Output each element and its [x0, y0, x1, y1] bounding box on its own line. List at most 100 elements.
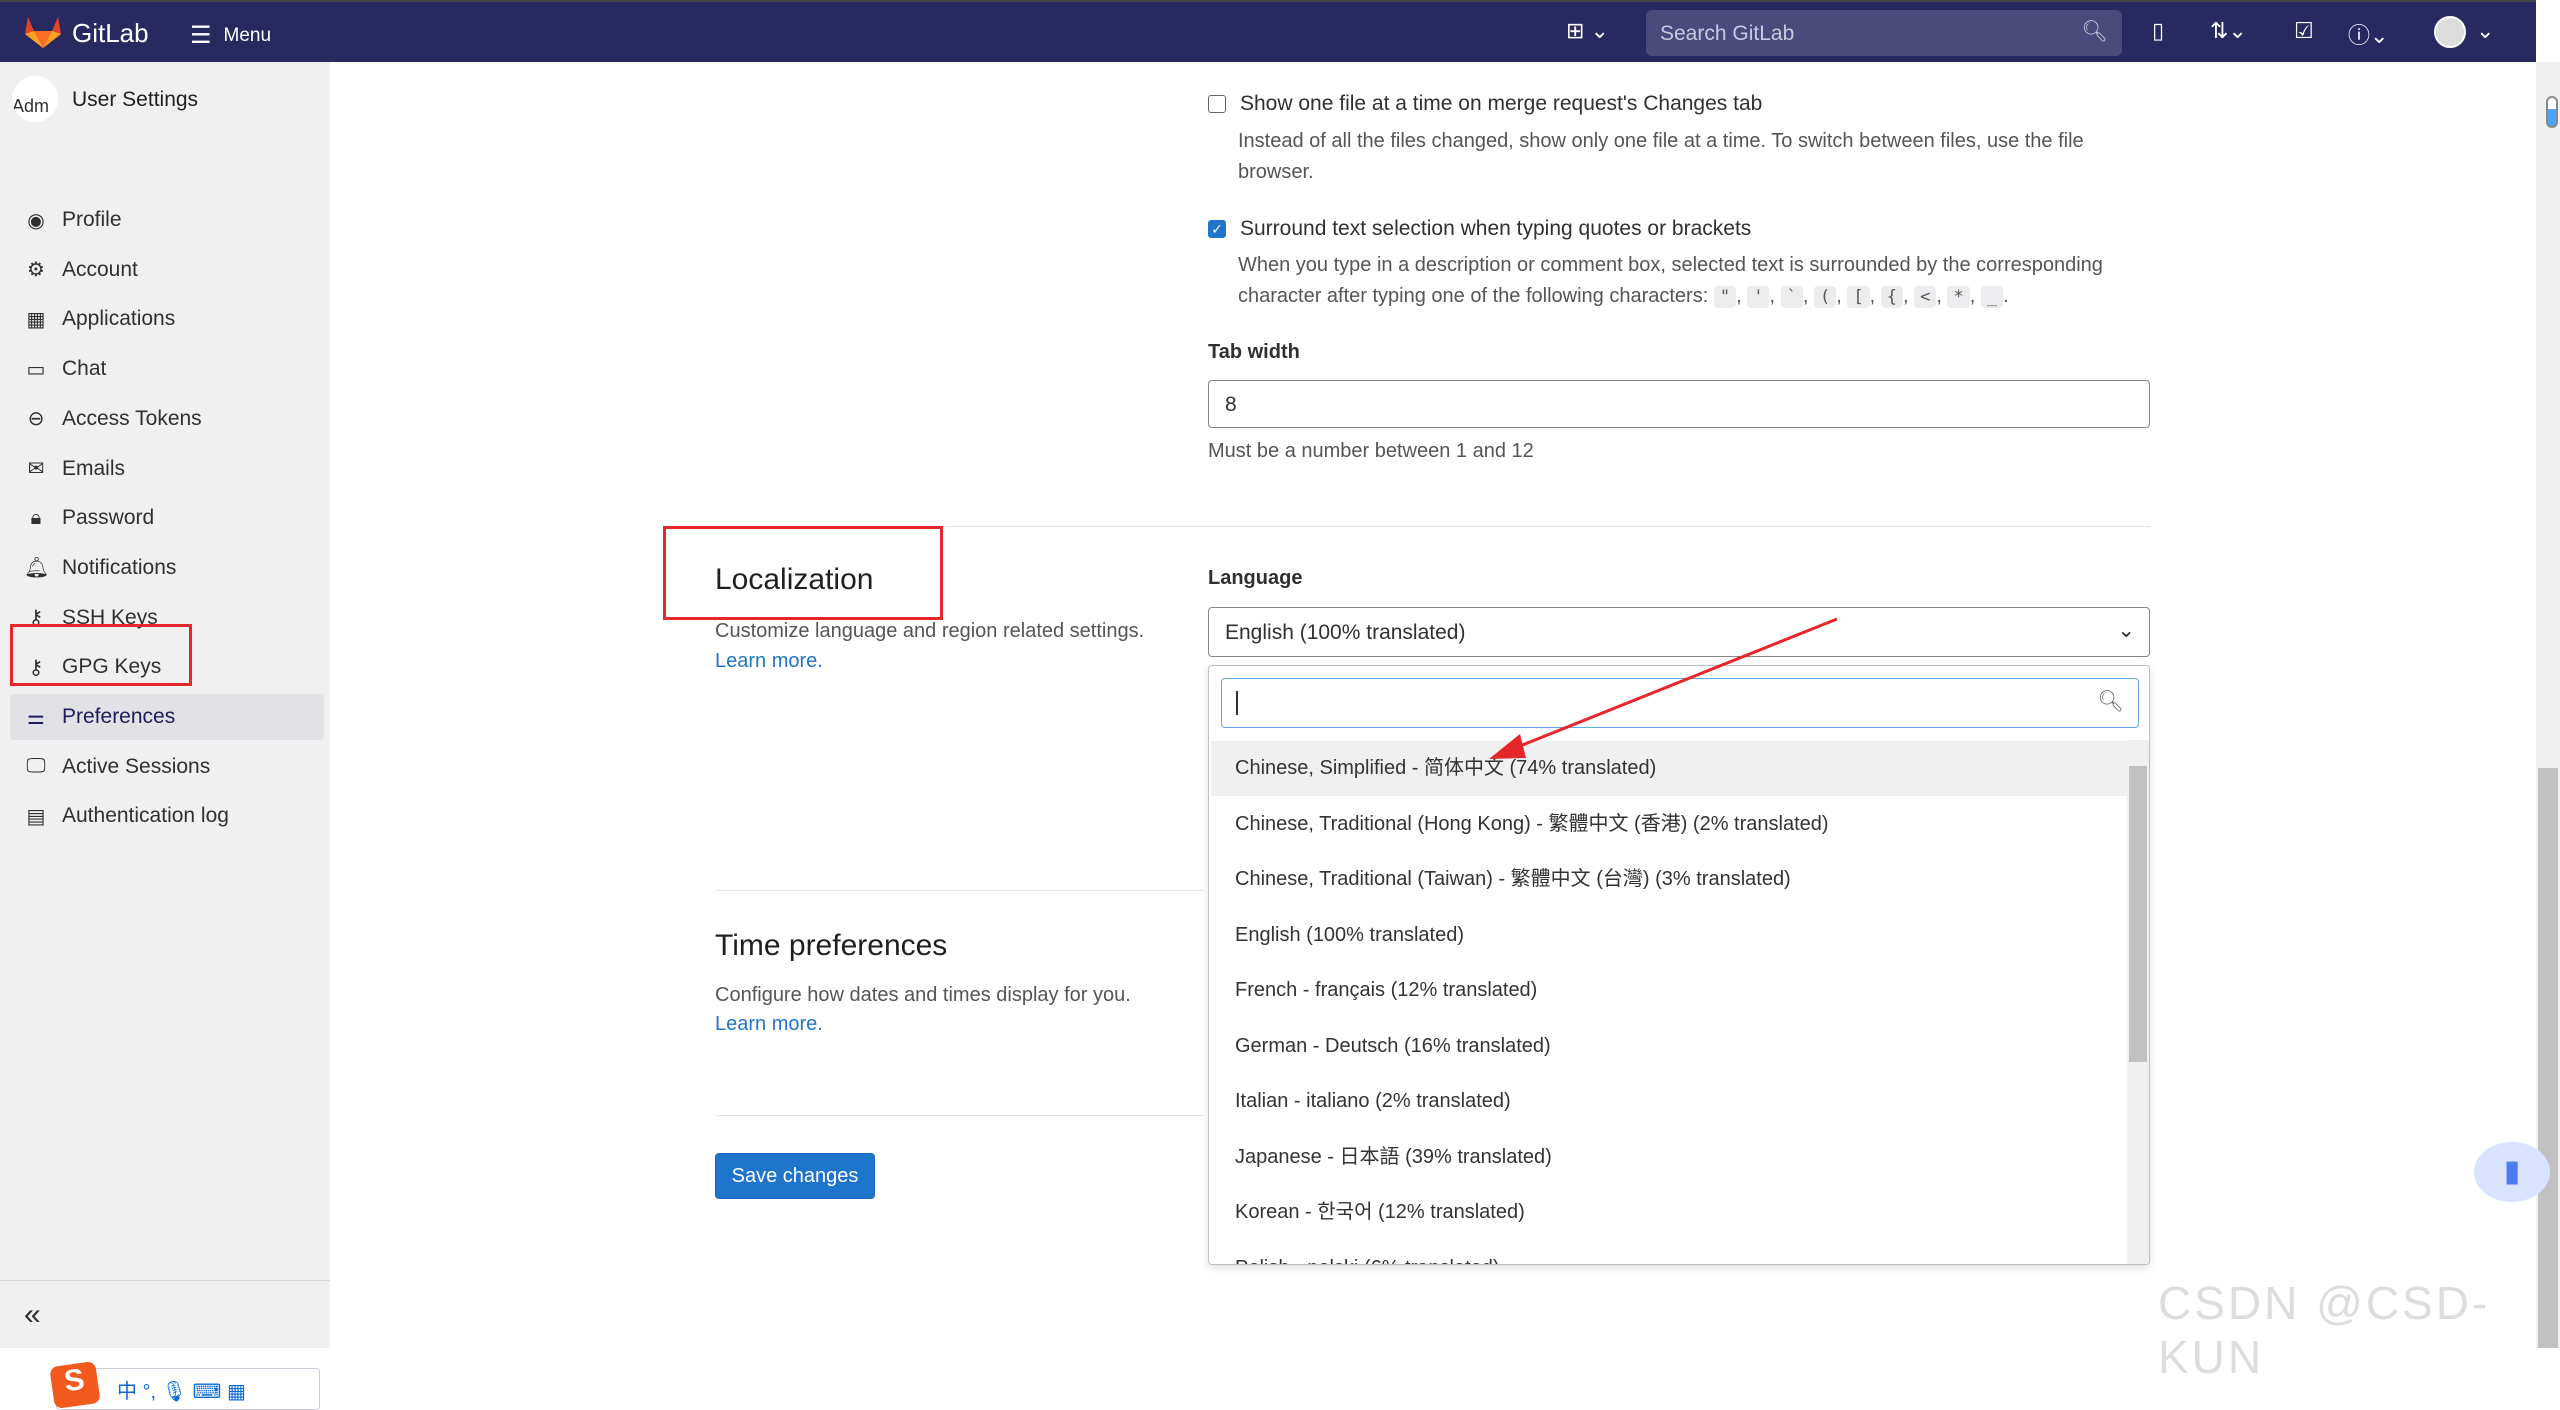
log-icon: ▤ [26, 805, 46, 828]
sogou-ime-icon[interactable]: S [49, 1361, 101, 1409]
tab-width-help: Must be a number between 1 and 12 [1208, 440, 1534, 462]
language-option[interactable]: Chinese, Traditional (Hong Kong) - 繁體中文 … [1211, 797, 2131, 852]
surround-char: < [1914, 286, 1937, 308]
sidebar-item-emails[interactable]: ✉ Emails [24, 446, 125, 492]
divider [0, 1280, 330, 1281]
time-learn-more-link[interactable]: Learn more. [715, 1013, 823, 1036]
sidebar-title: User Settings [72, 88, 199, 111]
language-select[interactable]: English (100% translated) ⌄ [1208, 607, 2150, 657]
language-option[interactable]: French - français (12% translated) [1211, 963, 2131, 1018]
sidebar-item-label: Authentication log [62, 804, 229, 828]
todos-icon[interactable]: ☑ [2294, 18, 2314, 44]
lock-icon: 🔒︎ [30, 506, 42, 529]
sidebar-item-active-sessions[interactable]: 🖵 Active Sessions [24, 744, 210, 790]
watermark: CSDN @CSD-KUN [2158, 1277, 2491, 1383]
sidebar-item-notifications[interactable]: 🔔︎ Notifications [24, 545, 176, 591]
search-icon: 🔍︎ [2097, 690, 2124, 713]
surround-char: _ [1980, 286, 2004, 308]
applications-icon: ▦ [26, 308, 46, 331]
hamburger-icon: ☰ [190, 22, 212, 49]
localization-desc: Customize language and region related se… [715, 620, 1145, 642]
search-input[interactable]: Search GitLab 🔍︎ [1646, 10, 2122, 56]
language-option[interactable]: German - Deutsch (16% translated) [1211, 1019, 2131, 1074]
surround-char: * [1947, 286, 1970, 308]
sidebar-item-label: Profile [62, 208, 122, 231]
sidebar-item-label: Active Sessions [62, 754, 211, 778]
token-icon: ⊖ [27, 408, 45, 431]
surround-desc: When you type in a description or commen… [1238, 254, 2103, 308]
single-file-checkbox[interactable] [1208, 95, 1226, 113]
language-search-input[interactable]: 🔍︎ [1221, 678, 2139, 728]
sidebar-item-preferences[interactable]: ⚌ Preferences [10, 694, 324, 740]
mail-icon: ✉ [27, 458, 45, 480]
chevron-down-icon[interactable]: ⌄ [2476, 18, 2494, 44]
surround-char: [ [1847, 286, 1870, 308]
sidebar-item-label: Account [62, 257, 138, 281]
tab-width-input[interactable]: 8 [1208, 380, 2150, 428]
language-option[interactable]: Korean - 한국어 (12% translated) [1211, 1185, 2131, 1240]
sidebar-item-applications[interactable]: ▦ Applications [24, 296, 176, 342]
time-preferences-heading: Time preferences [715, 929, 948, 962]
surround-label: Surround text selection when typing quot… [1240, 217, 1752, 240]
sidebar-item-label: Access Tokens [62, 406, 202, 430]
chevron-down-icon: ⌄ [2117, 619, 2135, 642]
language-dropdown: 🔍︎ Chinese, Simplified - 简体中文 (74% trans… [1208, 665, 2150, 1265]
language-option[interactable]: Chinese, Traditional (Taiwan) - 繁體中文 (台灣… [1211, 852, 2131, 907]
divider [715, 1115, 1205, 1116]
sidebar-item-label: Notifications [62, 555, 177, 579]
issues-icon[interactable]: ▯ [2152, 18, 2164, 44]
battery-widget-icon [2546, 96, 2558, 128]
search-icon: 🔍︎ [2081, 20, 2108, 43]
language-option[interactable]: Italian - italiano (2% translated) [1211, 1074, 2131, 1129]
usb-floating-icon[interactable]: ▮ [2474, 1142, 2550, 1202]
single-file-label: Show one file at a time on merge request… [1240, 92, 1763, 115]
surround-checkbox[interactable]: ✓ [1208, 220, 1226, 238]
sidebar-item-label: Emails [62, 456, 126, 480]
sidebar-item-chat[interactable]: ▭ Chat [24, 346, 107, 392]
localization-learn-more-link[interactable]: Learn more. [715, 650, 823, 673]
language-label: Language [1208, 567, 1303, 589]
sidebar-item-label: Applications [62, 307, 176, 331]
sidebar-item-password[interactable]: 🔒︎ Password [24, 495, 155, 541]
profile-icon: ◉ [27, 209, 45, 232]
bell-icon: 🔔︎ [24, 557, 50, 580]
annotation-box-preferences [10, 624, 192, 686]
time-preferences-desc: Configure how dates and times display fo… [715, 984, 1131, 1006]
dropdown-scrollbar[interactable] [2127, 740, 2149, 1264]
sidebar-item-label: Password [62, 506, 155, 530]
collapse-sidebar-icon[interactable]: « [24, 1298, 41, 1332]
menu-label: Menu [223, 24, 272, 46]
save-changes-button[interactable]: Save changes [715, 1153, 875, 1199]
sidebar-item-authentication-log[interactable]: ▤ Authentication log [24, 793, 229, 839]
surround-char: " [1713, 286, 1737, 308]
single-file-desc: Instead of all the files changed, show o… [1238, 130, 2084, 183]
brand-name[interactable]: GitLab [72, 18, 149, 49]
chat-icon: ▭ [26, 358, 46, 381]
language-option[interactable]: Polish - polski (6% translated) [1211, 1241, 2131, 1265]
sidebar-item-label: Preferences [62, 705, 176, 728]
sidebar: Adm User Settings ◉ Profile ⚙ Account ▦ Appli… [0, 62, 330, 1410]
merge-requests-icon[interactable]: ⇅⌄ [2210, 18, 2247, 44]
gitlab-logo[interactable] [24, 15, 62, 49]
sidebar-item-profile[interactable]: ◉ Profile [24, 197, 122, 243]
sidebar-item-account[interactable]: ⚙ Account [24, 247, 138, 293]
account-icon: ⚙ [27, 259, 45, 282]
user-avatar[interactable] [2434, 16, 2466, 48]
menu-button[interactable]: ☰ Menu [190, 21, 271, 50]
language-option[interactable]: English (100% translated) [1211, 908, 2131, 963]
surround-char: { [1880, 286, 1903, 308]
surround-char: ( [1813, 286, 1837, 308]
sidebar-item-access-tokens[interactable]: ⊖ Access Tokens [24, 396, 202, 442]
language-option[interactable]: Japanese - 日本語 (39% translated) [1211, 1130, 2131, 1185]
create-new-icon[interactable]: ⊞ ⌄ [1566, 18, 1609, 44]
monitor-icon: 🖵 [26, 755, 46, 778]
help-icon[interactable]: ⓘ⌄ [2348, 18, 2388, 50]
annotation-box-localization [663, 526, 943, 620]
avatar: Adm [12, 76, 58, 122]
tab-width-label: Tab width [1208, 341, 1300, 363]
sidebar-item-label: Chat [62, 357, 107, 381]
language-option[interactable]: Chinese, Simplified - 简体中文 (74% translat… [1211, 741, 2131, 796]
top-navbar: GitLab ☰ Menu ⊞ ⌄ Search GitLab 🔍︎ ▯ ⇅⌄ ☑ … [0, 0, 2536, 62]
surround-char: ' [1747, 286, 1770, 308]
preferences-icon: ⚌ [27, 706, 45, 729]
